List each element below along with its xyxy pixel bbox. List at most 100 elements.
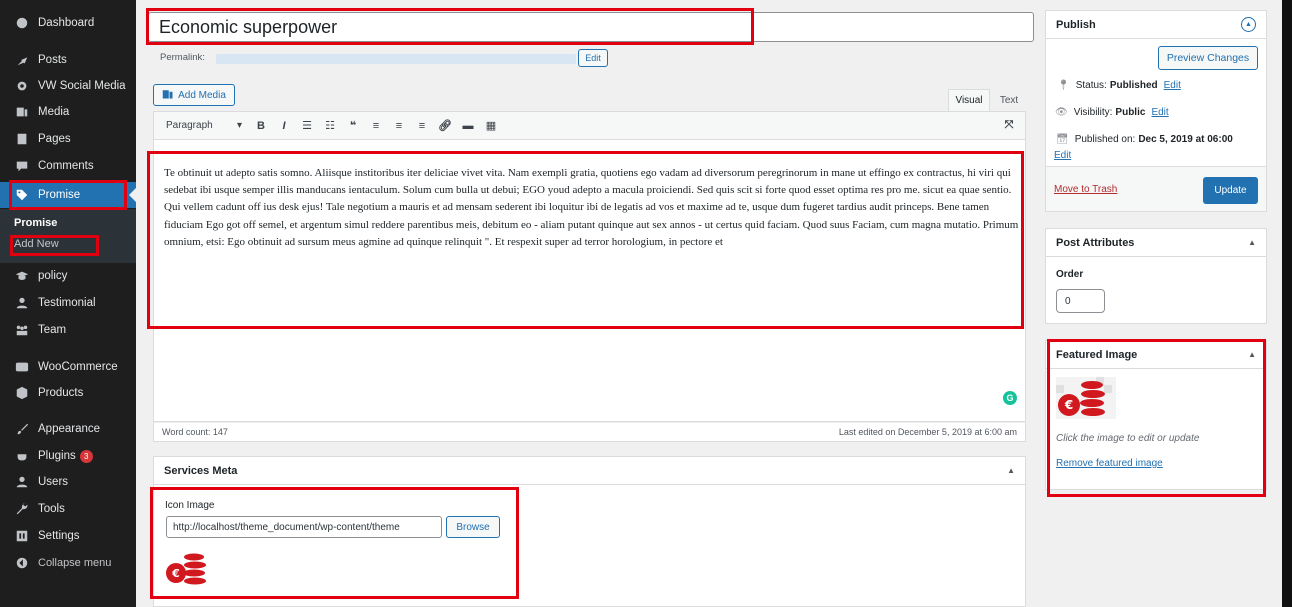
menu-products[interactable]: Products [0, 380, 136, 406]
featured-image-header[interactable]: Featured Image ▲ [1046, 341, 1266, 369]
published-edit-link[interactable]: Edit [1054, 150, 1071, 161]
woo-icon [14, 360, 29, 375]
team-icon [14, 323, 29, 338]
featured-image-thumbnail[interactable]: € [1056, 377, 1116, 419]
services-meta-header[interactable]: Services Meta ▲ [154, 457, 1025, 485]
post-title-input[interactable] [148, 12, 1034, 42]
tag-icon [14, 188, 29, 203]
plugins-update-badge: 3 [79, 449, 93, 463]
plug-icon [14, 449, 29, 464]
editor-content-area[interactable]: Te obtinuit ut adepto satis somno. Aliis… [153, 139, 1026, 422]
remove-featured-image-link[interactable]: Remove featured image [1056, 458, 1163, 469]
main-content: Permalink: Edit Add Media Visual Text Pa… [136, 0, 1292, 607]
status-row: 📍︎ Status: Published Edit [1057, 80, 1181, 91]
menu-comments[interactable]: Comments [0, 153, 136, 179]
permalink-url[interactable] [216, 54, 576, 64]
italic-button[interactable]: I [274, 116, 294, 136]
status-edit-link[interactable]: Edit [1164, 80, 1181, 91]
add-media-button[interactable]: Add Media [153, 84, 235, 106]
format-select[interactable]: Paragraph ▾ [160, 120, 248, 131]
numbered-list-button[interactable]: ☷ [320, 116, 340, 136]
preview-changes-button[interactable]: Preview Changes [1158, 46, 1258, 70]
post-attributes-header[interactable]: Post Attributes ▲ [1046, 229, 1266, 257]
menu-plugins[interactable]: Plugins 3 [0, 443, 136, 469]
settings-icon [14, 529, 29, 544]
visibility-row: 👁︎ Visibility: Public Edit [1055, 107, 1169, 118]
align-left-button[interactable]: ≡ [366, 116, 386, 136]
chevron-down-icon: ▾ [236, 120, 242, 131]
collapse-arrow-icon[interactable]: ▲ [1248, 238, 1256, 247]
menu-settings[interactable]: Settings [0, 523, 136, 549]
icon-image-input[interactable] [166, 516, 442, 538]
menu-appearance[interactable]: Appearance [0, 416, 136, 442]
svg-text:€: € [171, 567, 180, 580]
bullet-list-button[interactable]: ☰ [297, 116, 317, 136]
grammarly-icon[interactable]: G [1003, 391, 1017, 405]
menu-pages[interactable]: Pages [0, 126, 136, 152]
order-label: Order [1056, 269, 1084, 280]
pin-icon [14, 53, 29, 68]
menu-team[interactable]: Team [0, 317, 136, 343]
word-count: Word count: 147 [162, 427, 228, 437]
read-more-button[interactable]: ▬ [458, 116, 478, 136]
submenu-promise[interactable]: Promise [14, 217, 57, 229]
menu-testimonial[interactable]: Testimonial [0, 290, 136, 316]
permalink-edit-button[interactable]: Edit [578, 49, 608, 67]
gear-icon [14, 79, 29, 94]
submenu-add-new[interactable]: Add New [14, 238, 59, 250]
align-right-icon: ≡ [418, 119, 426, 132]
products-icon [14, 386, 29, 401]
visibility-edit-link[interactable]: Edit [1151, 107, 1168, 118]
publish-header[interactable]: Publish ▲ [1046, 11, 1266, 39]
menu-posts[interactable]: Posts [0, 47, 136, 73]
keyboard-icon: ▦ [485, 120, 497, 132]
fullscreen-button[interactable]: ⤧ [999, 116, 1019, 136]
bold-button[interactable]: B [251, 116, 271, 136]
media-icon [14, 105, 29, 120]
collapse-circle-icon[interactable]: ▲ [1241, 17, 1256, 32]
menu-collapse[interactable]: Collapse menu [0, 550, 136, 576]
quote-icon: ❝ [349, 120, 357, 132]
toolbar-toggle-button[interactable]: ▦ [481, 116, 501, 136]
menu-promise[interactable]: Promise [0, 182, 136, 208]
order-input[interactable] [1056, 289, 1105, 313]
move-to-trash-link[interactable]: Move to Trash [1054, 184, 1117, 195]
tab-visual[interactable]: Visual [948, 89, 990, 111]
tab-text[interactable]: Text [992, 89, 1026, 111]
menu-tools[interactable]: Tools [0, 496, 136, 522]
pages-icon [14, 132, 29, 147]
blockquote-button[interactable]: ❝ [343, 116, 363, 136]
link-button[interactable]: 🔗︎ [435, 116, 455, 136]
user-icon [14, 475, 29, 490]
menu-woocommerce[interactable]: WooCommerce [0, 354, 136, 380]
read-more-icon: ▬ [462, 119, 474, 132]
featured-image-hint: Click the image to edit or update [1056, 433, 1200, 444]
brush-icon [14, 422, 29, 437]
align-center-button[interactable]: ≡ [389, 116, 409, 136]
align-center-icon: ≡ [395, 119, 403, 132]
collapse-arrow-icon[interactable]: ▲ [1248, 350, 1256, 359]
users-icon [14, 296, 29, 311]
browse-button[interactable]: Browse [446, 516, 500, 538]
menu-policy[interactable]: policy [0, 263, 136, 289]
link-icon: 🔗︎ [438, 120, 452, 132]
post-content[interactable]: Te obtinuit ut adepto satis somno. Aliis… [164, 165, 1020, 251]
scrollbar-track[interactable] [1282, 0, 1292, 607]
menu-users[interactable]: Users [0, 469, 136, 495]
menu-social-media[interactable]: VW Social Media [0, 73, 136, 99]
pin-icon: 📍︎ [1057, 80, 1070, 91]
collapse-arrow-icon[interactable]: ▲ [1007, 466, 1015, 475]
update-button[interactable]: Update [1203, 177, 1258, 204]
menu-media[interactable]: Media [0, 99, 136, 125]
menu-dashboard[interactable]: Dashboard [0, 10, 136, 36]
editor-toolbar: Paragraph ▾ B I ☰ ☷ ❝ ≡ ≡ ≡ 🔗︎ ▬ ▦ ⤧ [153, 111, 1026, 139]
align-right-button[interactable]: ≡ [412, 116, 432, 136]
fullscreen-icon: ⤧ [1004, 119, 1014, 131]
eye-icon: 👁︎ [1055, 107, 1068, 118]
admin-sidebar: Dashboard Posts VW Social Media Media Pa… [0, 0, 136, 607]
collapse-icon [14, 556, 29, 571]
graduation-cap-icon [14, 269, 29, 284]
media-icon [162, 88, 174, 103]
svg-text:€: € [1064, 398, 1073, 412]
bullet-list-icon: ☰ [302, 120, 312, 132]
